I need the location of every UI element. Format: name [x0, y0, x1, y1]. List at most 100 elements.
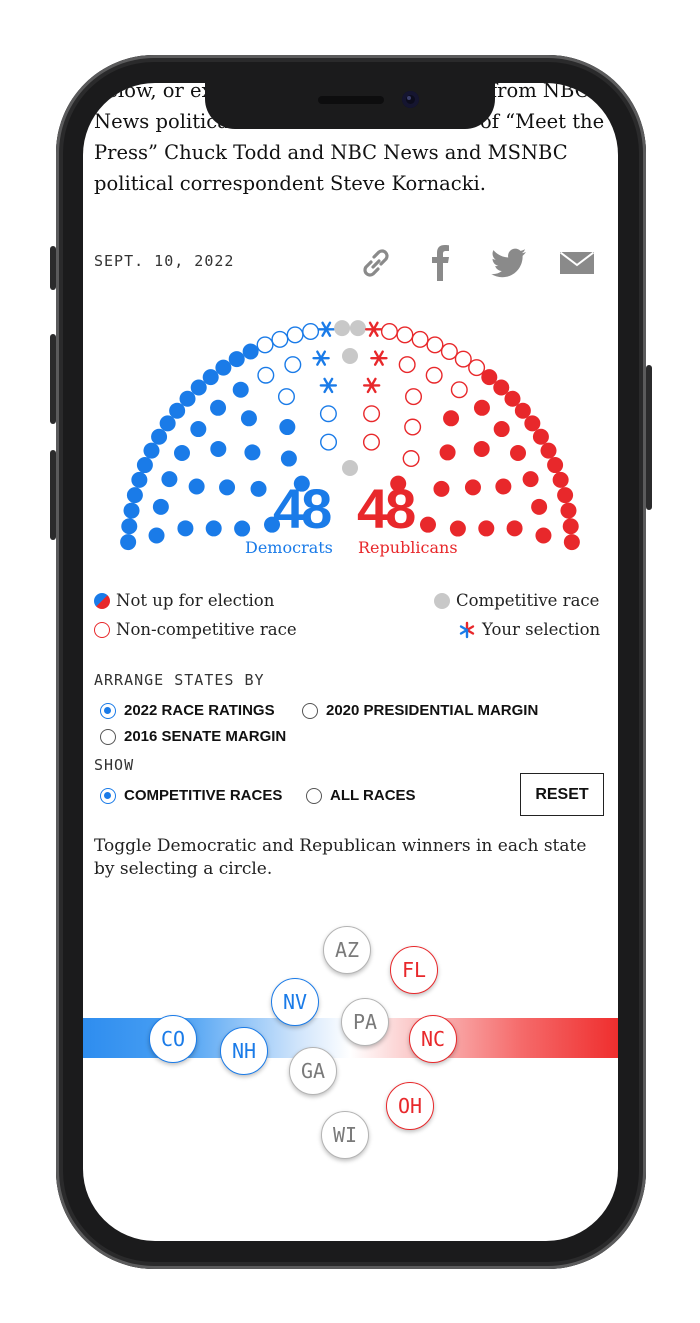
- state-bubble-oh[interactable]: OH: [386, 1082, 434, 1130]
- republican-noncompetitive-seat: [411, 330, 429, 348]
- asterisk-icon: [459, 621, 475, 638]
- front-camera: [402, 91, 419, 108]
- democrat-seat: [232, 381, 249, 398]
- democrat-seat: [120, 534, 137, 551]
- link-icon[interactable]: [358, 243, 394, 283]
- republican-seat: [535, 527, 552, 544]
- republican-seat: [562, 518, 579, 535]
- twitter-icon[interactable]: [490, 243, 528, 283]
- democrat-selected-seat: [317, 321, 335, 337]
- notch: [205, 83, 495, 129]
- republican-seat: [563, 534, 580, 551]
- radio-competitive[interactable]: [100, 787, 116, 804]
- radio-race-ratings[interactable]: [100, 702, 116, 719]
- state-bubble-az[interactable]: AZ: [323, 926, 371, 974]
- republicans-label: Republicans: [358, 538, 458, 557]
- facebook-icon[interactable]: [428, 243, 454, 283]
- radio-senate-margin[interactable]: [100, 728, 116, 745]
- democrat-seat: [210, 440, 227, 457]
- speaker-grille: [318, 96, 384, 104]
- arrange-option-race-ratings[interactable]: 2022 RACE RATINGS: [100, 702, 275, 719]
- republican-noncompetitive-seat: [396, 326, 414, 344]
- arrange-option-senate-margin[interactable]: 2016 SENATE MARGIN: [100, 728, 286, 745]
- competitive-seat: [349, 320, 366, 337]
- democrat-noncompetitive-seat: [319, 405, 337, 423]
- democrat-seat: [280, 450, 297, 467]
- democrat-seat: [136, 457, 153, 474]
- democrat-seat: [242, 343, 259, 360]
- show-option-competitive[interactable]: COMPETITIVE RACES: [100, 787, 282, 804]
- democrat-seat: [219, 479, 236, 496]
- democrat-seat: [123, 502, 140, 519]
- screen: below, or explore the competitive races …: [83, 83, 618, 1241]
- democrat-selected-seat: [319, 377, 338, 394]
- show-heading: SHOW: [94, 756, 135, 774]
- competitive-seat: [342, 348, 358, 364]
- democrat-noncompetitive-seat: [271, 330, 289, 348]
- state-bubble-co[interactable]: CO: [149, 1015, 197, 1063]
- republican-seat: [443, 410, 460, 427]
- republican-selected-seat: [362, 377, 381, 394]
- democrat-seat: [228, 351, 245, 368]
- democrat-seat: [177, 520, 194, 537]
- democrat-noncompetitive-seat: [257, 366, 275, 384]
- state-bubble-pa[interactable]: PA: [341, 998, 389, 1046]
- democrats-count: 48: [273, 477, 332, 540]
- democrat-noncompetitive-seat: [320, 433, 338, 451]
- arrange-heading: ARRANGE STATES BY: [94, 671, 265, 689]
- democrat-seat: [126, 487, 143, 504]
- republican-noncompetitive-seat: [440, 342, 458, 360]
- democrat-seat: [173, 445, 190, 461]
- state-bubble-wi[interactable]: WI: [321, 1111, 369, 1159]
- radio-all-races[interactable]: [306, 787, 322, 804]
- republican-seat: [531, 498, 548, 515]
- republican-seat: [532, 428, 549, 445]
- republican-noncompetitive-seat: [362, 433, 380, 451]
- arrange-option-presidential-margin[interactable]: 2020 PRESIDENTIAL MARGIN: [302, 702, 538, 719]
- democrat-noncompetitive-seat: [256, 336, 274, 354]
- state-bubble-fl[interactable]: FL: [390, 946, 438, 994]
- democrat-seat: [188, 478, 205, 495]
- state-bubble-nv[interactable]: NV: [271, 978, 319, 1026]
- state-bubble-nh[interactable]: NH: [220, 1027, 268, 1075]
- legend-not-up-label: Not up for election: [116, 591, 275, 610]
- legend-selection: Your selection: [458, 620, 600, 639]
- legend-noncompetitive-label: Non-competitive race: [116, 620, 297, 639]
- gray-circle-icon: [434, 592, 450, 609]
- democrat-seat: [234, 520, 251, 537]
- radio-presidential-margin[interactable]: [302, 702, 318, 719]
- republican-noncompetitive-seat: [405, 388, 423, 406]
- legend-not-up: Not up for election: [94, 591, 274, 610]
- democrat-seat: [250, 480, 267, 497]
- republican-seat: [493, 421, 510, 438]
- republican-selected-seat: [370, 350, 388, 366]
- democrat-seat: [215, 359, 232, 376]
- state-bubble-nc[interactable]: NC: [409, 1015, 457, 1063]
- democrat-seat: [143, 442, 160, 459]
- option-label: 2016 SENATE MARGIN: [124, 728, 287, 745]
- democrats-label: Democrats: [245, 538, 333, 557]
- republican-seat: [510, 445, 527, 461]
- senate-chamber-chart: [120, 320, 580, 551]
- republican-noncompetitive-seat: [426, 336, 444, 354]
- republican-seat: [557, 487, 574, 504]
- email-icon[interactable]: [559, 243, 595, 283]
- legend-noncompetitive: Non-competitive race: [94, 620, 297, 639]
- republican-noncompetitive-seat: [425, 366, 443, 384]
- democrat-seat: [205, 520, 222, 537]
- republicans-count: 48: [357, 477, 416, 540]
- democrat-seat: [148, 527, 165, 544]
- publish-date: SEPT. 10, 2022: [94, 252, 235, 270]
- republican-seat: [524, 415, 541, 432]
- republican-seat: [506, 520, 523, 537]
- republican-noncompetitive-seat: [404, 418, 422, 436]
- show-option-all[interactable]: ALL RACES: [306, 787, 416, 804]
- republican-seat: [547, 457, 564, 474]
- republican-seat: [552, 471, 569, 488]
- reset-button[interactable]: RESET: [520, 773, 604, 816]
- option-label: 2022 RACE RATINGS: [124, 702, 275, 719]
- state-bubble-ga[interactable]: GA: [289, 1047, 337, 1095]
- split-circle-icon: [94, 592, 110, 609]
- republican-selected-seat: [365, 321, 383, 337]
- democrat-seat: [279, 419, 296, 436]
